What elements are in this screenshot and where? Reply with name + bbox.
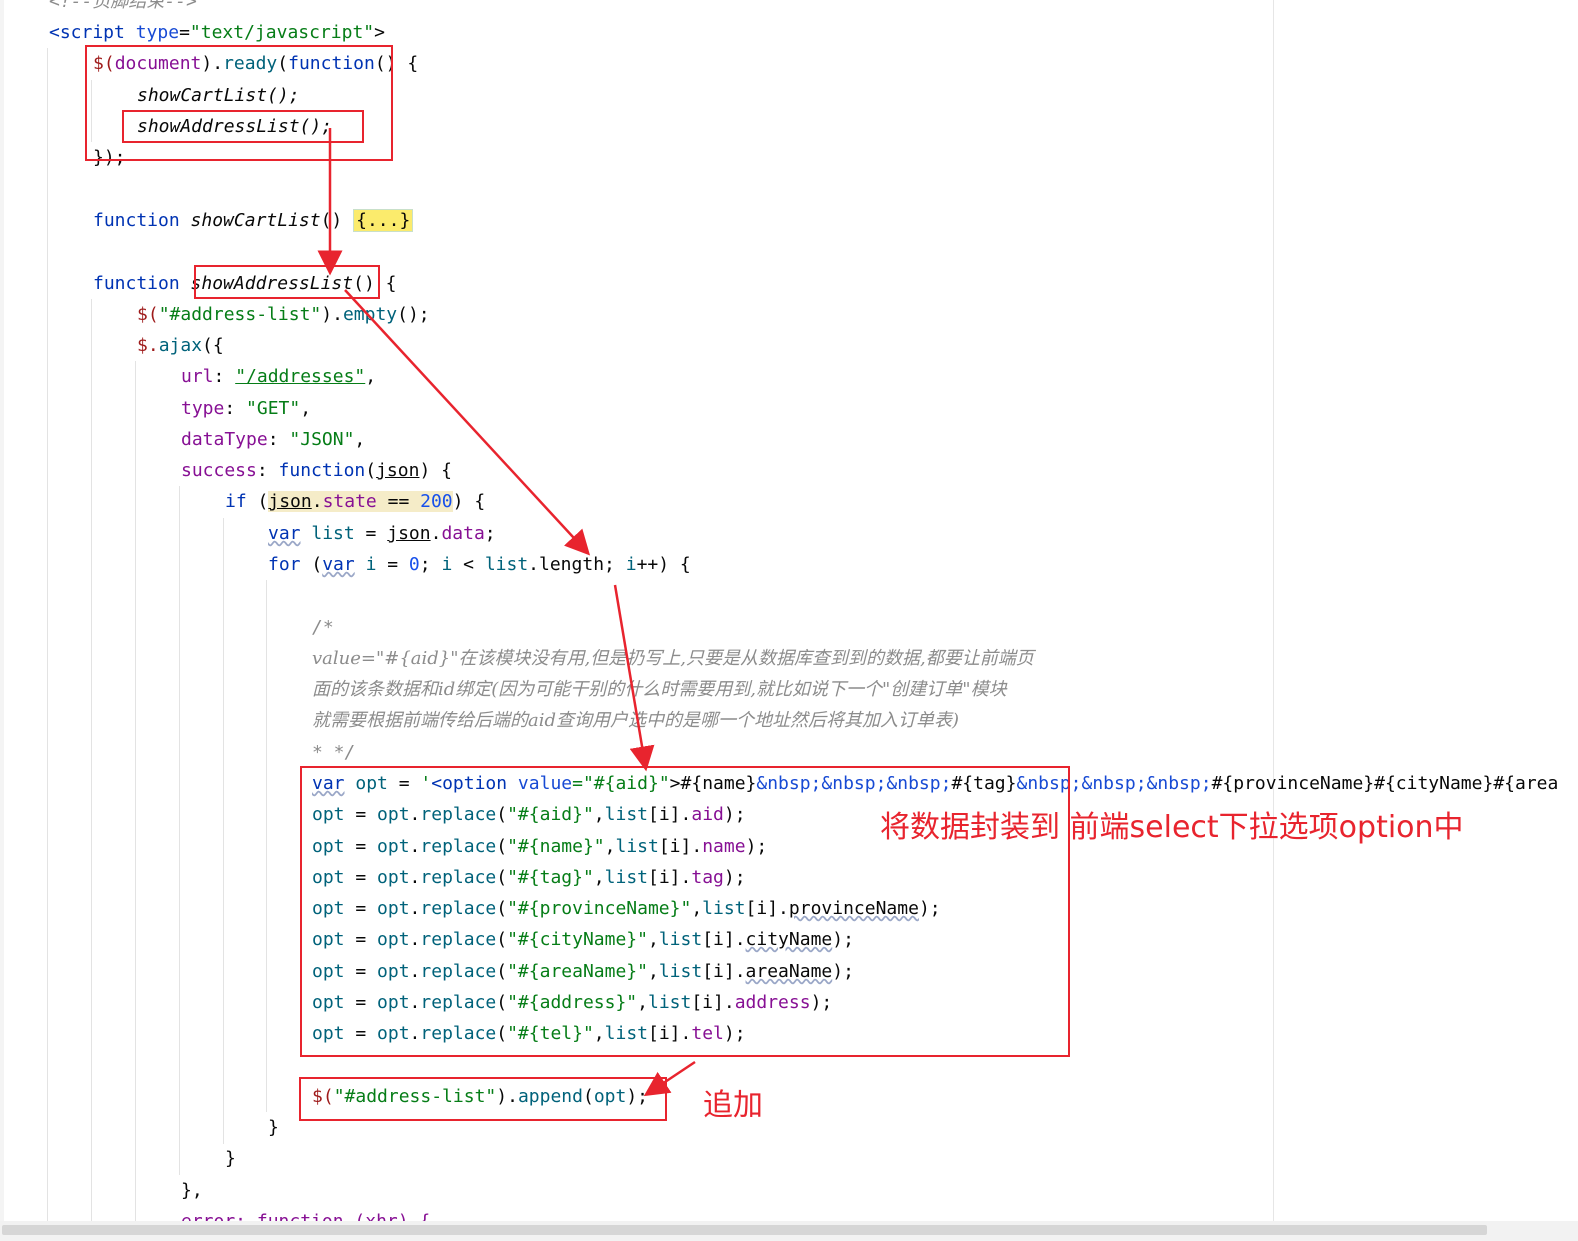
indent-guide	[266, 580, 267, 1112]
indent-guide	[135, 361, 136, 1221]
code-line-script-tag: <script type="text/javascript">	[49, 22, 385, 43]
code-comment: <!--页脚结束-->	[49, 0, 197, 12]
indent-guide	[179, 486, 180, 1175]
scrollbar-thumb[interactable]	[2, 1225, 1487, 1235]
annotation-append: 追加	[703, 1088, 763, 1123]
code-line-datatype: dataType: "JSON",	[181, 429, 366, 450]
code-comment-line: 面的该条数据和id绑定(因为可能干别的什么时需要用到,就比如说下一个"创建订单"…	[312, 679, 1007, 700]
code-line-error: error: function (xhr) {	[181, 1206, 430, 1221]
code-comment-open: /*	[312, 617, 334, 638]
highlight-box-showaddresslist-def	[194, 265, 380, 299]
folded-code-block[interactable]: {...}	[353, 209, 414, 232]
code-line-close-success: },	[181, 1180, 203, 1201]
code-line-type: type: "GET",	[181, 398, 312, 419]
code-line-var-list: var list = json.data;	[268, 523, 496, 544]
code-line-empty: $("#address-list").empty();	[137, 304, 430, 325]
code-line-success: success: function(json) {	[181, 460, 452, 481]
right-margin-guide	[1273, 0, 1274, 1221]
annotation-encapsulate: 将数据封装到 前端select下拉选项option中	[880, 810, 1464, 845]
code-line-function-showcartlist: function showCartList() {...}	[93, 205, 414, 236]
code-line-url: url: "/addresses",	[181, 366, 377, 387]
code-comment-line: 就需要根据前端传给后端的aid查询用户选中的是哪一个地址然后将其加入订单表)	[312, 710, 960, 731]
code-comment-line: value="#{aid}"在该模块没有用,但是扔写上,只要是从数据库查到到的数…	[312, 648, 1034, 669]
highlight-box-document-ready	[85, 45, 393, 161]
editor-gutter	[0, 0, 4, 1221]
code-line-for: for (var i = 0; i < list.length; i++) {	[268, 554, 691, 575]
code-line-close-for: }	[268, 1117, 279, 1138]
highlight-box-showaddresslist-call	[122, 110, 364, 143]
code-line-ajax: $.ajax({	[137, 335, 224, 356]
horizontal-scrollbar[interactable]	[0, 1221, 1578, 1241]
highlight-box-append	[299, 1077, 667, 1121]
code-line-close-if: }	[225, 1148, 236, 1169]
indent-guide	[223, 518, 224, 1144]
code-comment-close: * */	[312, 742, 356, 763]
indent-guide	[91, 299, 92, 1221]
indent-guide	[47, 48, 48, 1221]
code-line-if: if (json.state == 200) {	[225, 491, 486, 512]
